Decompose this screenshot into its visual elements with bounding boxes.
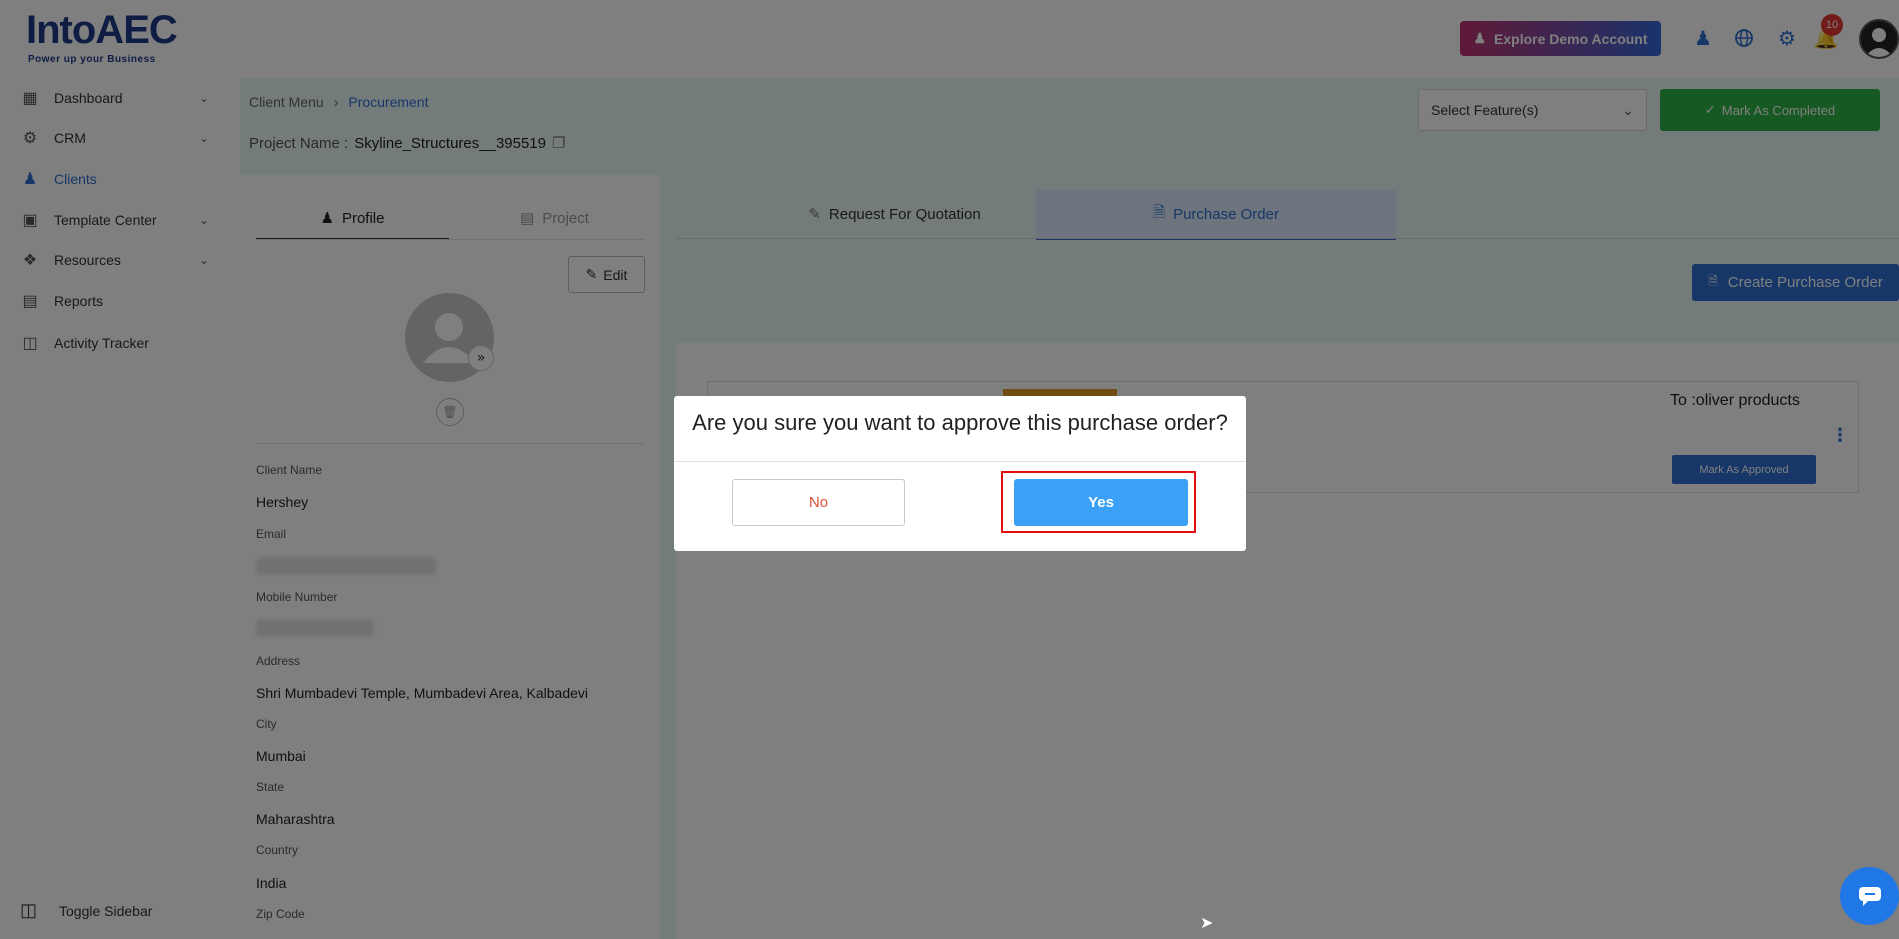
mouse-cursor-icon: ➤ [1200,913,1214,932]
chat-icon[interactable] [1840,867,1899,925]
dialog-divider [674,461,1246,462]
yes-button-highlight [1001,471,1196,533]
confirm-dialog-question: Are you sure you want to approve this pu… [692,410,1228,435]
no-button[interactable]: No [732,479,905,526]
